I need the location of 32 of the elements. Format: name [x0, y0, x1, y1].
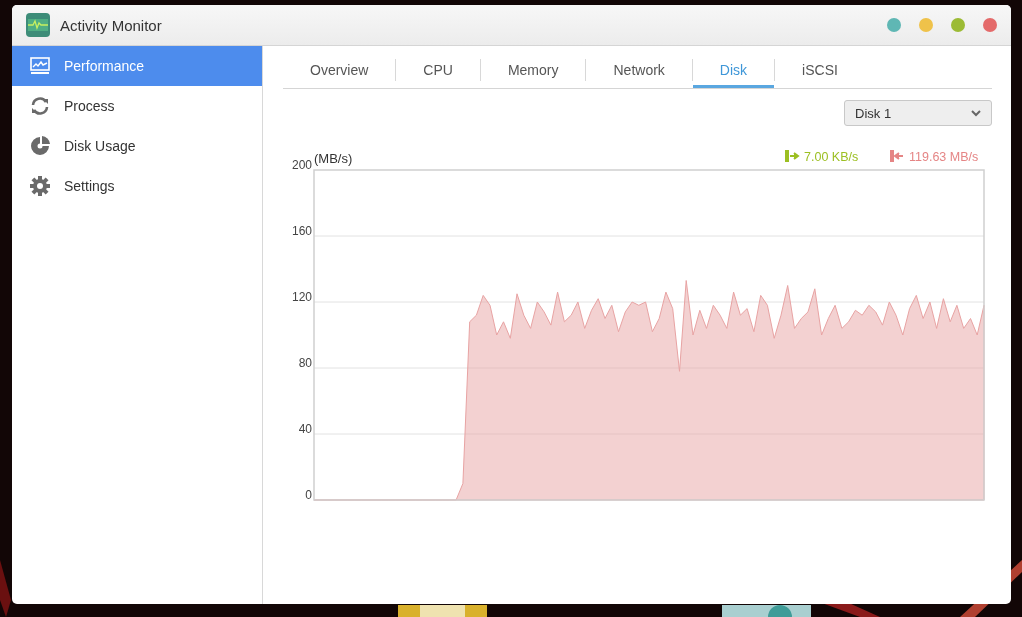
axis-tick-label: 160 — [291, 224, 312, 238]
axis-tick-label: 80 — [298, 356, 312, 370]
refresh-icon — [30, 96, 50, 116]
chevron-icon — [971, 109, 981, 117]
close-button[interactable] — [983, 18, 997, 32]
app-icon — [26, 13, 50, 37]
axis-tick-label: 40 — [298, 422, 312, 436]
tab[interactable]: Memory — [480, 54, 586, 88]
axis-tick-label: 200 — [291, 158, 312, 172]
tab[interactable]: Network — [586, 54, 692, 88]
desktop-app-icon[interactable] — [722, 605, 811, 617]
speed-reading: 7.00 KB/s — [804, 150, 859, 164]
sidebar-item[interactable]: Disk Usage — [12, 126, 262, 166]
desktop-app-icon[interactable] — [398, 605, 487, 617]
disk-dropdown[interactable]: Disk 1 — [844, 100, 992, 126]
gear-icon — [30, 176, 50, 196]
light-streak — [0, 560, 11, 617]
chart-icon — [30, 57, 50, 75]
tab[interactable]: Overview — [283, 54, 396, 88]
pie-icon — [30, 136, 50, 156]
axis-unit-label: (MB/s) — [314, 151, 353, 166]
window-button[interactable] — [887, 18, 901, 32]
tab[interactable]: iSCSI — [775, 54, 865, 88]
window-title: Activity Monitor — [60, 16, 163, 34]
axis-tick-label: 120 — [291, 290, 312, 304]
sidebar-item[interactable]: Process — [12, 86, 262, 126]
sidebar-item[interactable]: Settings — [12, 166, 262, 206]
axis-tick-label: 0 — [305, 488, 312, 502]
speed-reading: 119.63 MB/s — [909, 150, 979, 164]
tab[interactable]: CPU — [396, 54, 480, 88]
window-button[interactable] — [951, 18, 965, 32]
window-button[interactable] — [919, 18, 933, 32]
